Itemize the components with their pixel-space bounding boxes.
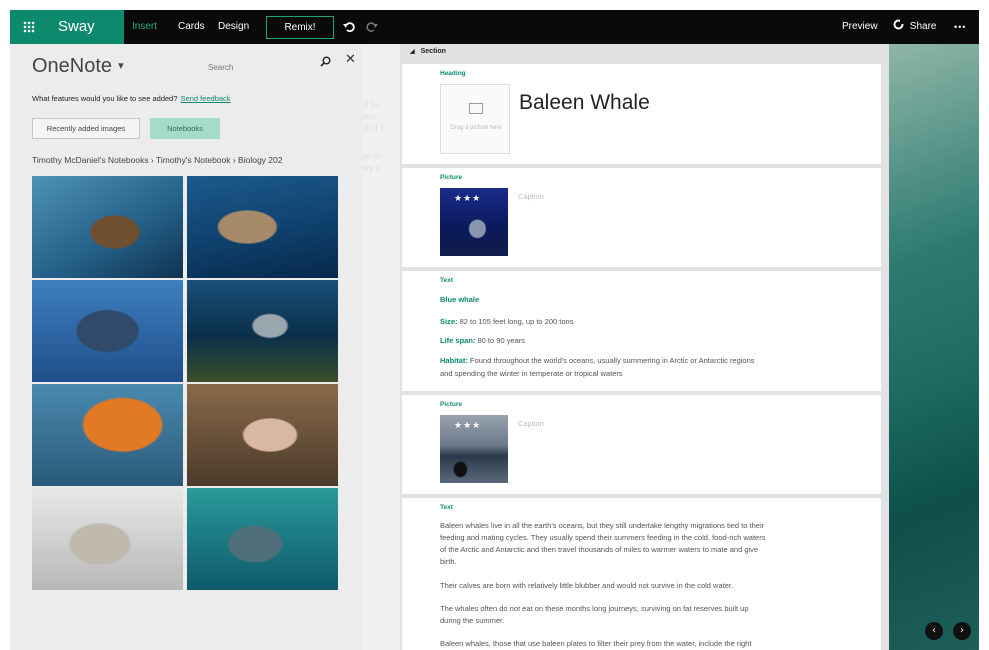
picture-card[interactable]: Picture ★★★ Caption (402, 395, 881, 494)
faded-text-line: ge ofc (362, 151, 385, 161)
emphasis-stars-icon[interactable]: ★★★ (454, 194, 481, 204)
top-toolbar: Sway Insert Cards Design Remix! Preview … (10, 10, 979, 44)
tab-insert[interactable]: Insert (132, 10, 157, 44)
section-header[interactable]: ◢ Section (410, 48, 446, 55)
feedback-row: What features would you like to see adde… (32, 94, 231, 103)
habitat-line-2[interactable]: and spending the winter in temperate or … (440, 368, 840, 379)
share-icon (893, 19, 907, 32)
snow-leopard-image[interactable] (32, 488, 183, 590)
orca-image[interactable]: ★★★ (440, 415, 508, 483)
picture-card[interactable]: Picture ★★★ Caption (402, 168, 881, 267)
chevron-down-icon: ▾ (118, 60, 124, 72)
habitat-label: Habitat: (440, 356, 468, 365)
size-label: Size: (440, 317, 458, 326)
more-options-button[interactable]: ••• (954, 10, 966, 44)
drop-zone-hint: Drag a picture here (450, 125, 502, 131)
app-name: Sway (48, 10, 124, 44)
text-card[interactable]: Text Blue whale Size: 82 to 105 feet lon… (402, 271, 881, 391)
share-button[interactable]: Share (893, 10, 936, 44)
blue-whale-image[interactable]: ★★★ (440, 188, 508, 256)
panel-title-text: OneNote (32, 55, 113, 77)
app-launcher-icon[interactable] (10, 10, 48, 44)
text-card[interactable]: Text Baleen whales live in all the earth… (402, 498, 881, 650)
paragraph-line[interactable]: of the Arctic and Antarctic and then tra… (440, 544, 840, 555)
text-subheading[interactable]: Blue whale (440, 294, 840, 305)
paragraph-line[interactable]: during the summer. (440, 615, 840, 626)
aardvark-image[interactable] (187, 384, 338, 486)
redo-icon[interactable] (366, 10, 378, 44)
sea-lion-image[interactable] (32, 176, 183, 278)
picture-icon (469, 103, 483, 114)
heading-card[interactable]: Heading Drag a picture here Baleen Whale (402, 64, 881, 164)
card-type-label: Text (440, 504, 453, 511)
chevron-right-icon[interactable]: › (953, 622, 971, 640)
undo-icon[interactable] (343, 10, 355, 44)
notebooks-button[interactable]: Notebooks (150, 118, 220, 139)
storyline-editor: ◢ Section Heading Drag a picture here Bal… (400, 44, 889, 650)
octopus-image[interactable] (32, 384, 183, 486)
preview-button[interactable]: Preview (842, 10, 878, 44)
paragraph-line[interactable]: Baleen whales live in all the earth's oc… (440, 520, 840, 531)
lifespan-label: Life span: (440, 336, 476, 345)
shark-image[interactable] (187, 280, 338, 382)
card-type-label: Text (440, 277, 453, 284)
emphasis-stars-icon[interactable]: ★★★ (454, 421, 481, 431)
caption-field[interactable]: Caption (518, 419, 544, 428)
panel-title[interactable]: OneNote ▾ (32, 55, 124, 78)
seal-image[interactable] (32, 280, 183, 382)
paragraph-line[interactable]: birth. (440, 556, 840, 567)
close-icon[interactable]: ✕ (345, 52, 356, 67)
card-type-label: Heading (440, 70, 466, 77)
faded-text-line: ery a (362, 163, 380, 173)
chevron-left-icon[interactable]: ‹ (925, 622, 943, 640)
size-value: 82 to 105 feet long, up to 200 tons (457, 317, 574, 326)
card-type-label: Picture (440, 174, 463, 181)
faded-text-line: atio (362, 111, 376, 121)
faded-text-line: al of E (362, 123, 386, 133)
collapse-triangle-icon[interactable]: ◢ (410, 49, 415, 55)
sea-turtle-image[interactable] (187, 176, 338, 278)
lifespan-line[interactable]: Life span: 80 to 90 years (440, 335, 840, 346)
card-type-label: Picture (440, 401, 463, 408)
remix-button[interactable]: Remix! (266, 16, 334, 39)
habitat-value: Found throughout the world's oceans, usu… (467, 356, 755, 365)
caption-field[interactable]: Caption (518, 192, 544, 201)
feedback-question: What features would you like to see adde… (32, 94, 178, 103)
lifespan-value: 80 to 90 years (475, 336, 526, 345)
paragraph-line[interactable]: Their calves are born with relatively li… (440, 580, 840, 591)
send-feedback-link[interactable]: Send feedback (181, 94, 231, 103)
search-icon[interactable] (320, 56, 331, 70)
storyline-background: al lo atio al of E ge ofc ery a (362, 44, 400, 650)
heading-text[interactable]: Baleen Whale (519, 91, 650, 115)
preview-panel: ‹ › (889, 44, 979, 650)
size-line[interactable]: Size: 82 to 105 feet long, up to 200 ton… (440, 316, 840, 327)
tab-design[interactable]: Design (218, 10, 249, 44)
picture-drop-zone[interactable]: Drag a picture here (440, 84, 510, 154)
paragraph-line[interactable]: The whales often do not eat on these mon… (440, 603, 840, 614)
habitat-line[interactable]: Habitat: Found throughout the world's oc… (440, 355, 840, 366)
share-label: Share (909, 21, 937, 32)
paragraph-line[interactable]: feeding and mating cycles. They usually … (440, 532, 840, 543)
tab-cards[interactable]: Cards (178, 10, 205, 44)
section-label: Section (420, 48, 446, 55)
onenote-panel: OneNote ▾ ✕ What features would you like … (10, 44, 362, 650)
recently-added-images-button[interactable]: Recently added images (32, 118, 140, 139)
paragraph-line[interactable]: Baleen whales, those that use baleen pla… (440, 638, 840, 649)
manatee-image[interactable] (187, 488, 338, 590)
faded-text-line: al lo (362, 99, 378, 109)
breadcrumb: Timothy McDaniel's Notebooks › Timothy's… (32, 155, 283, 165)
